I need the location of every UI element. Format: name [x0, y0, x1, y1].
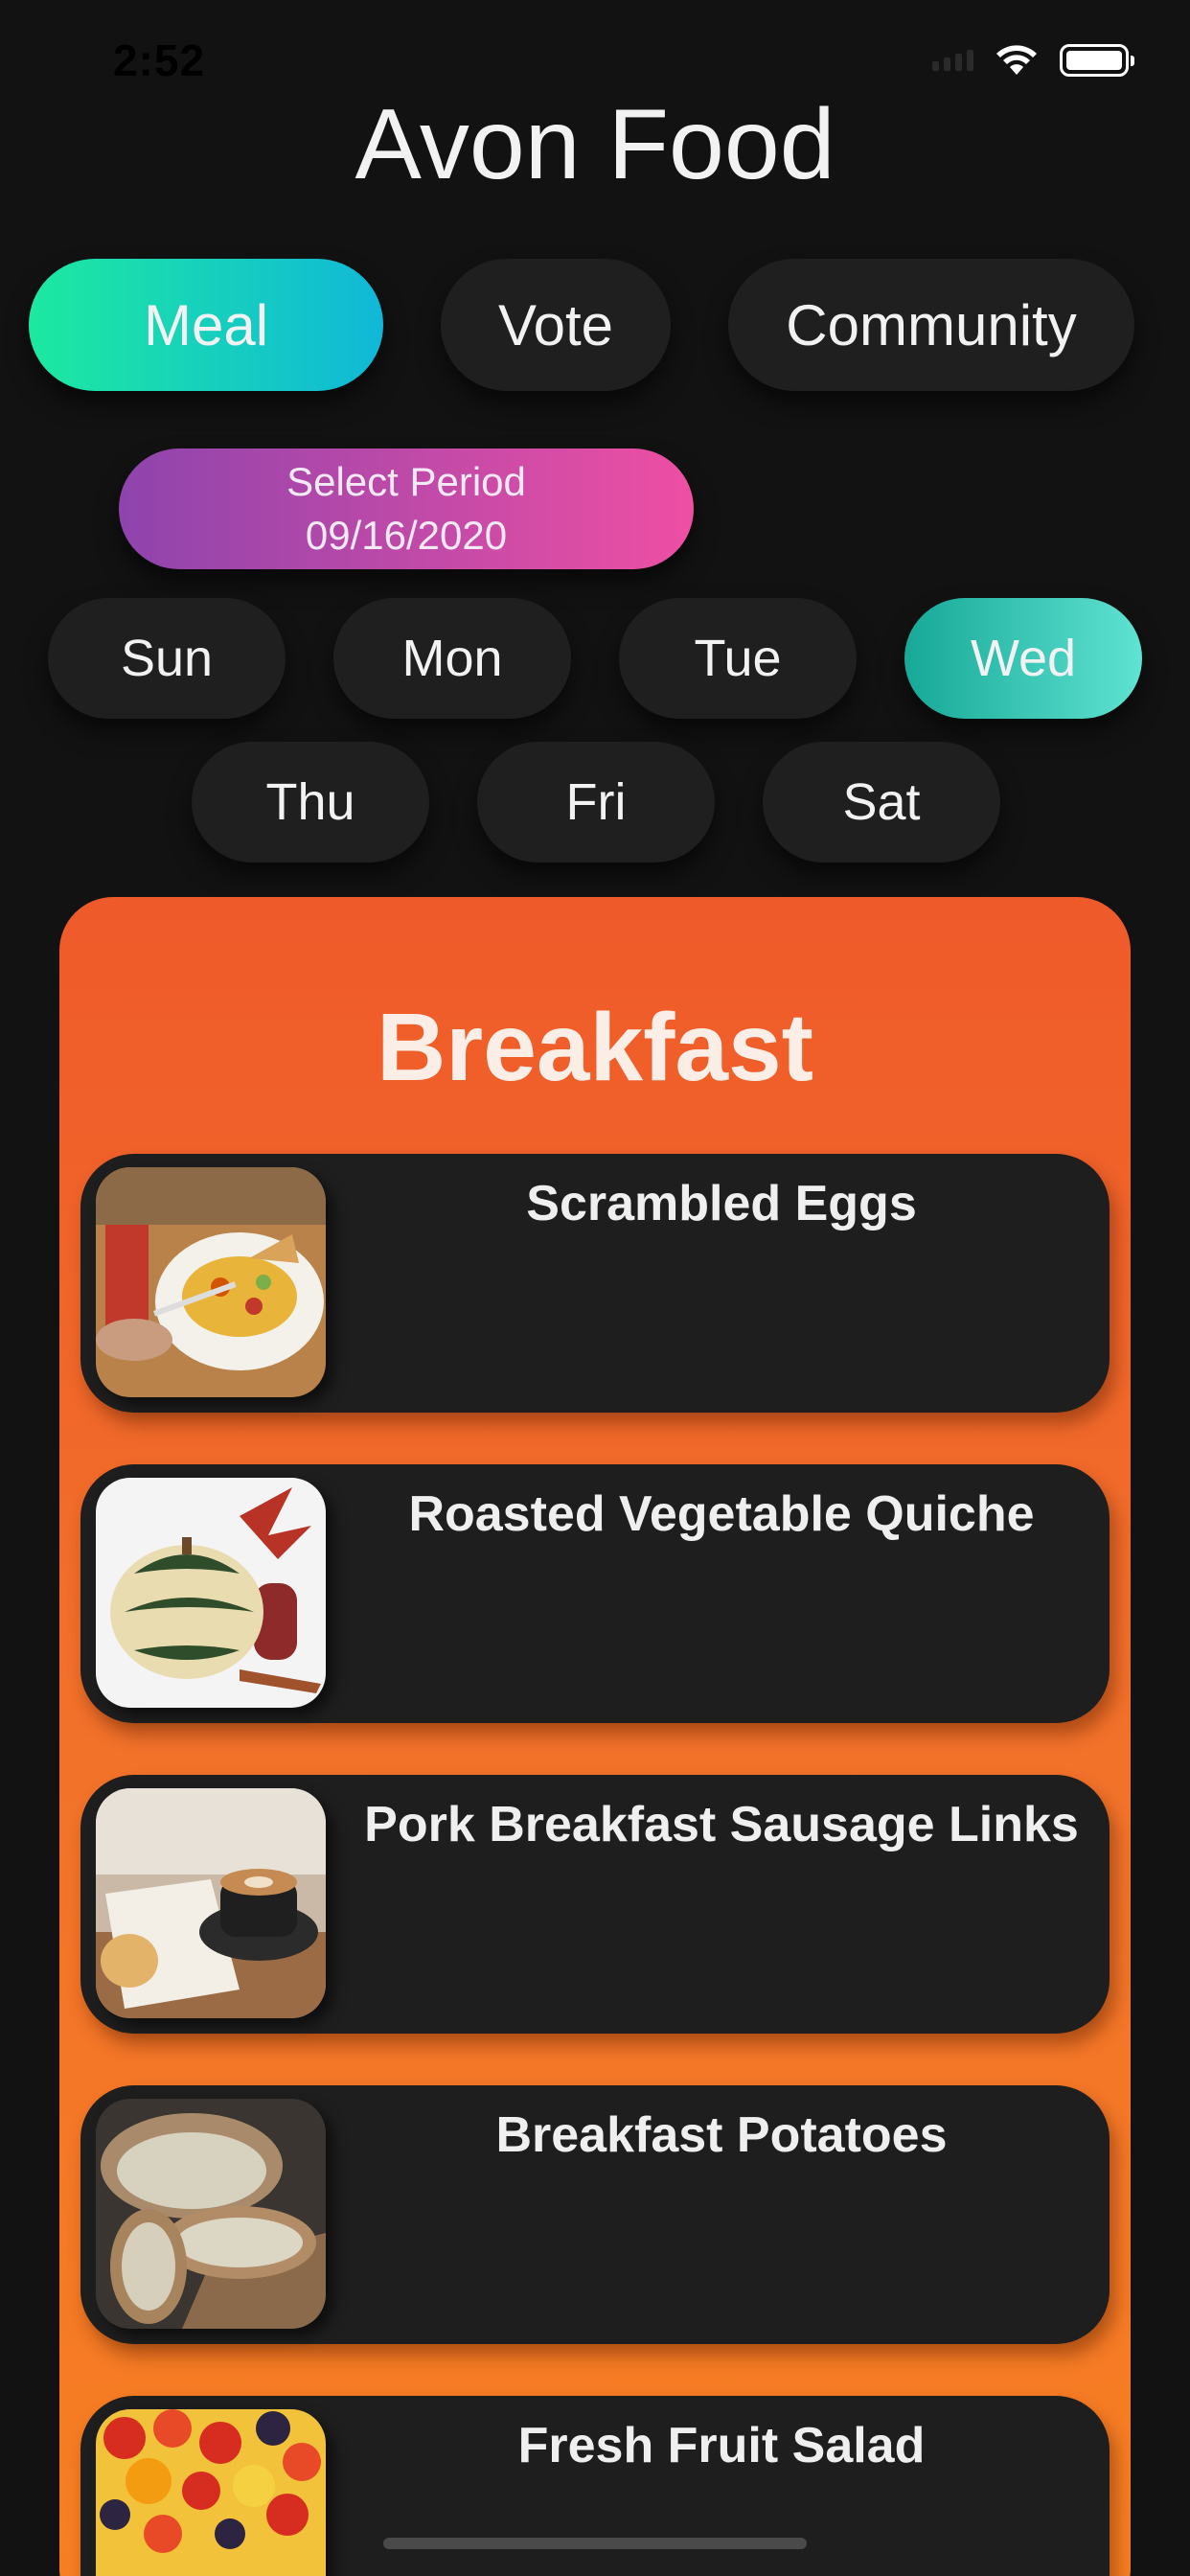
- day-fri[interactable]: Fri: [477, 742, 715, 862]
- tab-community[interactable]: Community: [728, 259, 1134, 391]
- meal-item[interactable]: Pork Breakfast Sausage Links: [80, 1775, 1110, 2034]
- breakfast-card: Breakfast Scrambled Eggs Roasted Vegetab…: [59, 897, 1131, 2576]
- home-indicator[interactable]: [383, 2538, 807, 2549]
- app-title: Avon Food: [355, 89, 835, 200]
- day-sun[interactable]: Sun: [48, 598, 286, 719]
- select-period-button[interactable]: Select Period 09/16/2020: [119, 448, 694, 569]
- cellular-signal-icon: [932, 50, 973, 71]
- day-sat[interactable]: Sat: [763, 742, 1000, 862]
- day-thu[interactable]: Thu: [192, 742, 429, 862]
- app-screen: 2:52 Avon Food Meal Vote Community Selec…: [0, 0, 1190, 2576]
- meal-item[interactable]: Breakfast Potatoes: [80, 2085, 1110, 2344]
- day-tue[interactable]: Tue: [619, 598, 857, 719]
- day-wed[interactable]: Wed: [904, 598, 1142, 719]
- battery-icon: [1060, 44, 1134, 77]
- meal-item-name: Roasted Vegetable Quiche: [408, 1486, 1035, 1542]
- selected-date: 09/16/2020: [305, 513, 508, 558]
- day-mon[interactable]: Mon: [333, 598, 571, 719]
- meal-item-name: Fresh Fruit Salad: [517, 2418, 926, 2473]
- squash-photo: [96, 1478, 326, 1708]
- meal-item-name: Breakfast Potatoes: [495, 2107, 948, 2163]
- meal-item-name: Scrambled Eggs: [526, 1176, 917, 1231]
- coffee-photo: [96, 1788, 326, 2018]
- tab-meal[interactable]: Meal: [29, 259, 383, 391]
- tab-vote[interactable]: Vote: [441, 259, 671, 391]
- meal-title: Breakfast: [377, 994, 813, 1101]
- select-period-label: Select Period: [286, 459, 526, 504]
- meal-item[interactable]: Scrambled Eggs: [80, 1154, 1110, 1413]
- scrambled-eggs-photo: [96, 1167, 326, 1397]
- status-time: 2:52: [113, 35, 206, 85]
- status-icons: [932, 44, 1134, 77]
- bread-photo: [96, 2099, 326, 2329]
- meal-item-name: Pork Breakfast Sausage Links: [364, 1797, 1079, 1852]
- fruit-tart-photo: [96, 2409, 326, 2576]
- meal-item[interactable]: Roasted Vegetable Quiche: [80, 1464, 1110, 1723]
- wifi-icon: [996, 45, 1037, 75]
